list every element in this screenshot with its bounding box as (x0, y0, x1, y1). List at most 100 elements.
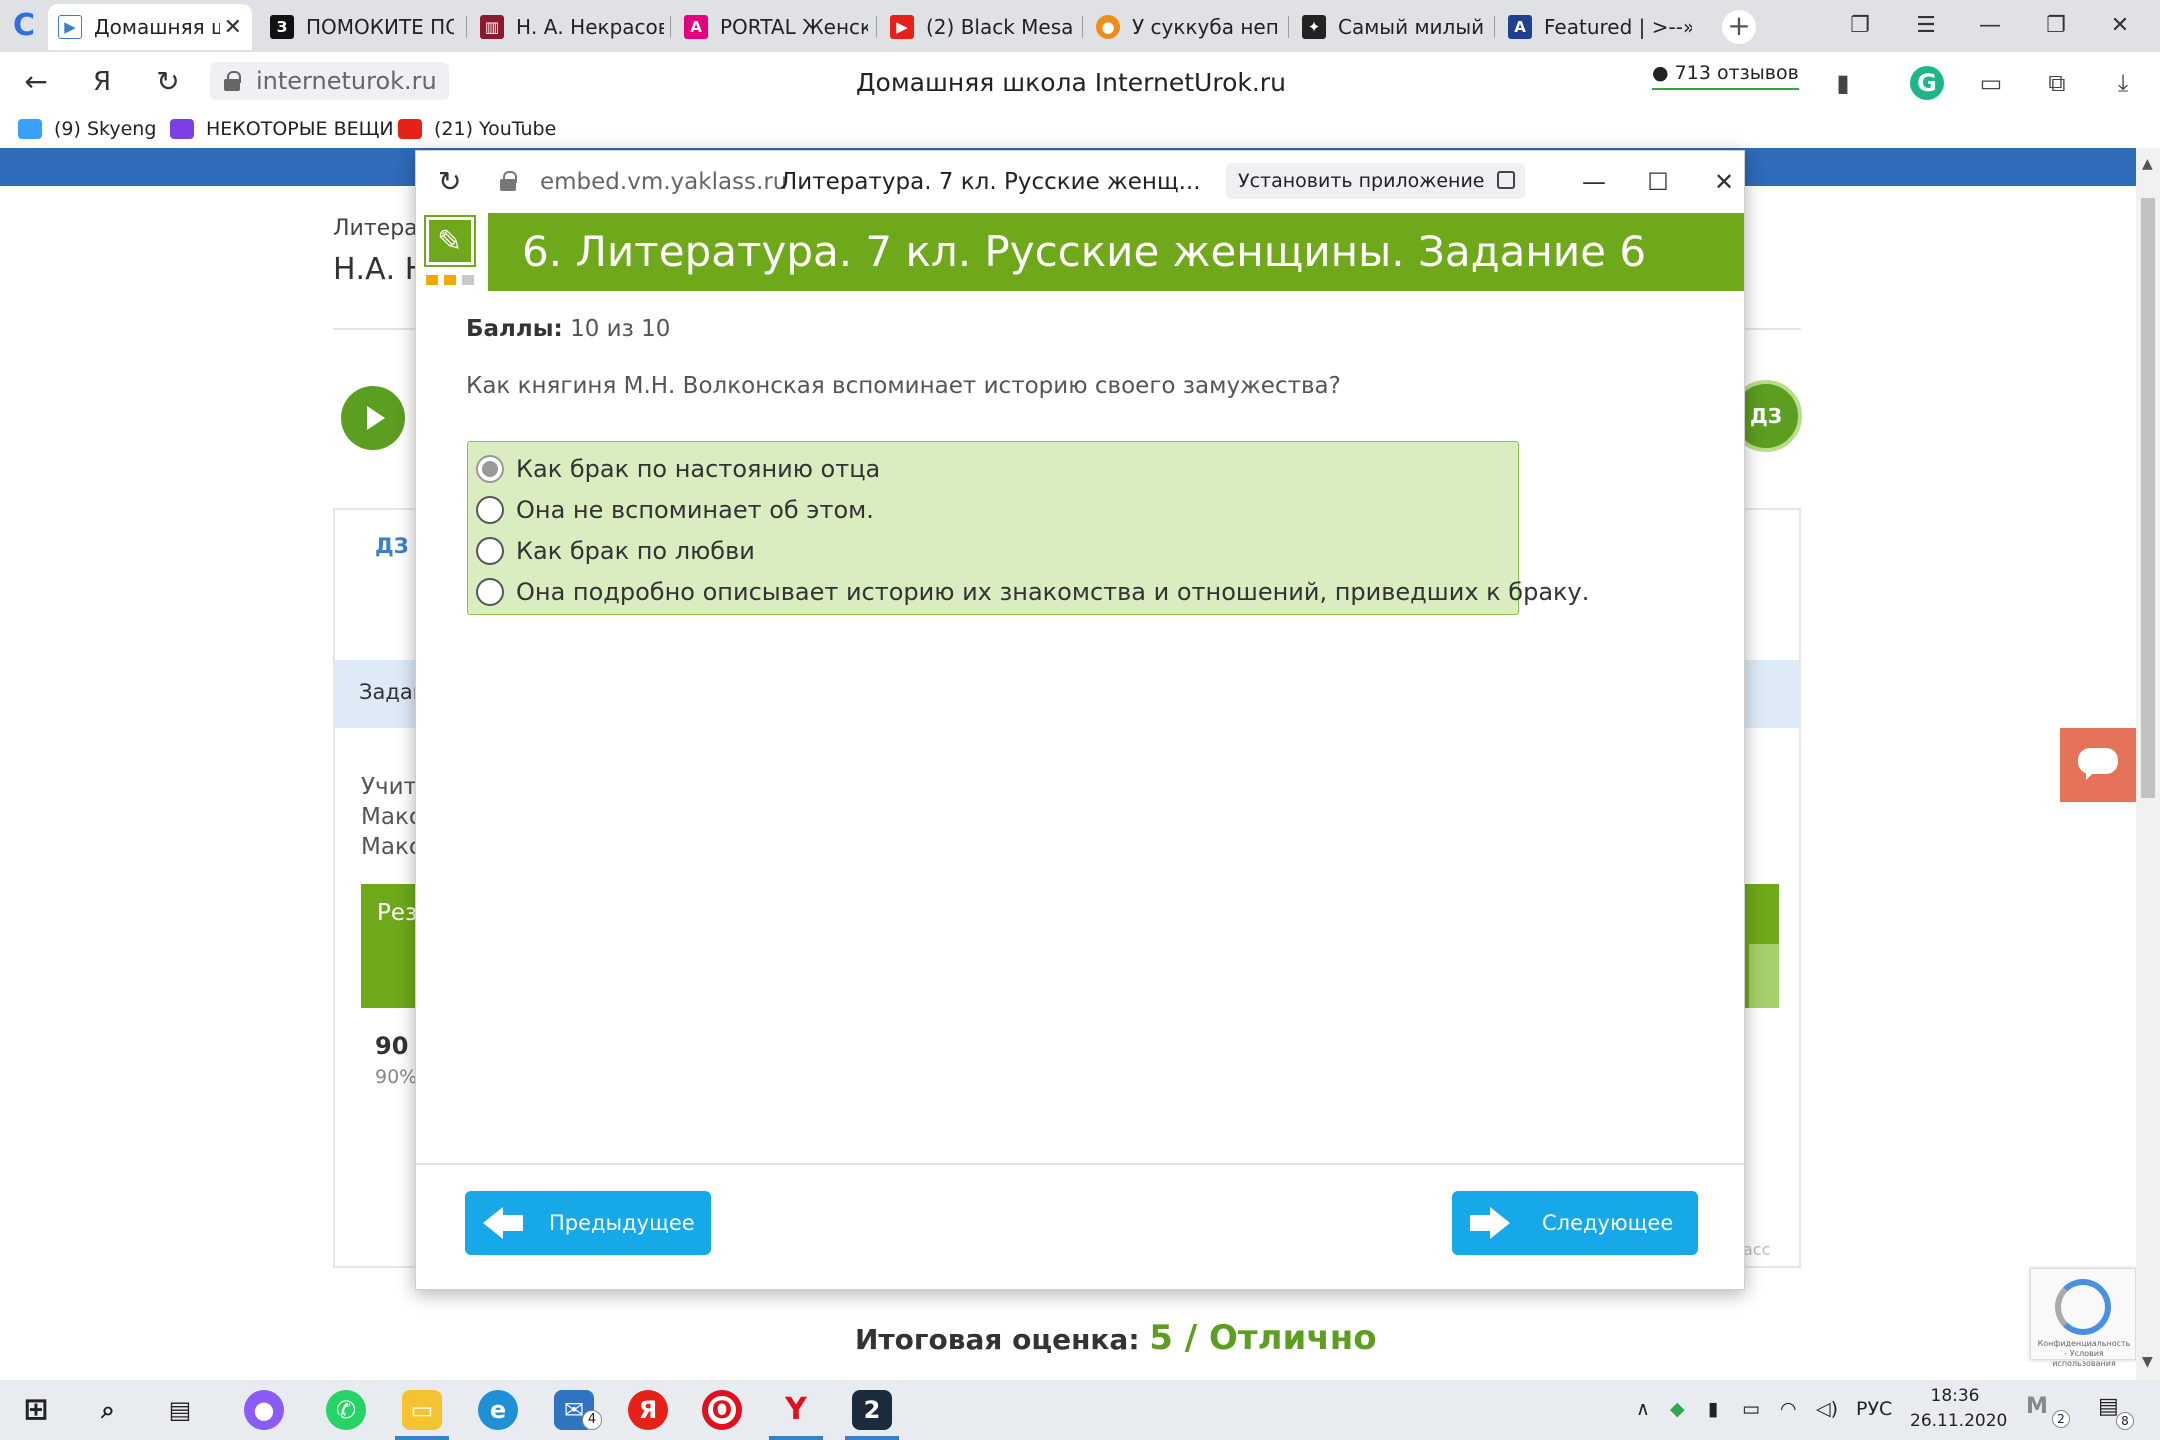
bookmark-youtube[interactable]: (21) YouTube (398, 118, 556, 140)
previous-button[interactable]: Предыдущее (465, 1191, 711, 1255)
minimize-icon[interactable]: — (1970, 8, 2010, 44)
new-tab-button[interactable]: + (1722, 10, 1756, 44)
battery-icon[interactable]: ▭ (1742, 1398, 1760, 1420)
tray-shield-icon[interactable]: ◆ (1670, 1398, 1685, 1420)
search-icon[interactable]: ⌕ (88, 1390, 128, 1430)
tab-label: Самый милый (1338, 15, 1485, 39)
minimize-icon[interactable]: — (1576, 165, 1612, 199)
radio-button[interactable] (476, 495, 504, 524)
score-percent: 90% (375, 1066, 418, 1088)
m-tray-icon[interactable]: M (2026, 1394, 2048, 1419)
battery-icon[interactable]: ▭ (1974, 66, 2008, 100)
tab-active[interactable]: ▶ Домашняя ш ✕ (48, 4, 252, 50)
next-button[interactable]: Следующее (1452, 1191, 1698, 1255)
volume-icon[interactable]: ◁) (1816, 1398, 1838, 1420)
download-icon[interactable]: ⤓ (2106, 66, 2140, 100)
radio-button-checked[interactable] (476, 454, 504, 483)
yandex-icon[interactable]: Я (82, 64, 122, 100)
task-view-icon[interactable]: ▤ (160, 1390, 200, 1430)
answer-label: Как брак по настоянию отца (516, 454, 881, 483)
answer-option-2[interactable]: Она не вспоминает об этом. (468, 489, 1518, 530)
reload-icon[interactable]: ↻ (148, 64, 188, 100)
bookmark-icon[interactable]: ▮ (1826, 66, 1860, 100)
answer-option-1[interactable]: Как брак по настоянию отца (468, 448, 1518, 489)
scroll-up-icon[interactable]: ▲ (2142, 156, 2153, 172)
bookmark-things[interactable]: НЕКОТОРЫЕ ВЕЩИ (170, 118, 394, 140)
tab-5[interactable]: ▶ (2) Black Mesa I (880, 4, 1084, 50)
answer-option-4[interactable]: Она подробно описывает историю их знаком… (468, 571, 1589, 612)
comment-icon: ● (1652, 62, 1669, 84)
tab-label: У суккуба непр (1132, 15, 1280, 39)
scroll-down-icon[interactable]: ▼ (2142, 1354, 2153, 1370)
tray-expand-icon[interactable]: ∧ (1636, 1398, 1650, 1420)
tab-4[interactable]: A PORTAL Женски (674, 4, 878, 50)
orange-favicon-icon: ● (1096, 15, 1120, 39)
question-text: Как княгиня М.Н. Волконская вспоминает и… (466, 373, 1341, 399)
browser-logo-icon[interactable]: C (8, 10, 40, 42)
card-footer-note: асс (1743, 1240, 1771, 1259)
scrollbar-thumb[interactable] (2141, 198, 2155, 798)
play-icon[interactable] (341, 386, 405, 450)
extensions-icon[interactable]: ⧉ (2040, 66, 2074, 100)
tab-8[interactable]: A Featured | >--»/ (1498, 4, 1702, 50)
star-favicon-icon: ✦ (1302, 15, 1326, 39)
alice-icon[interactable]: ● (244, 1390, 284, 1430)
install-app-label: Установить приложение (1238, 170, 1485, 192)
active-indicator (769, 1436, 823, 1440)
close-icon[interactable]: ✕ (2100, 8, 2140, 44)
back-icon[interactable]: ← (16, 64, 56, 100)
card-tab-homework[interactable]: ДЗ (375, 534, 409, 558)
tab-3[interactable]: ▥ Н. А. Некрасов (470, 4, 674, 50)
maximize-icon[interactable]: ☐ (1640, 165, 1676, 199)
url-field[interactable]: interneturok.ru (210, 62, 449, 100)
clock-time: 18:36 (1930, 1386, 1980, 1406)
microphone-icon[interactable]: ▮ (1708, 1398, 1718, 1420)
portal-favicon-icon: A (684, 15, 708, 39)
yaklass-logo-icon (424, 215, 476, 287)
file-explorer-icon[interactable]: ▭ (402, 1390, 442, 1430)
score-label: Баллы: (466, 316, 563, 342)
tab-2[interactable]: З ПОМОКИТЕ ПО (260, 4, 464, 50)
close-tab-icon[interactable]: ✕ (224, 15, 242, 40)
reviews-link[interactable]: ● 713 отзывов (1652, 62, 1799, 90)
opera-icon[interactable]: O (702, 1390, 742, 1430)
bookmarks-bar: (9) Skyeng НЕКОТОРЫЕ ВЕЩИ (21) YouTube (0, 112, 2160, 148)
book-favicon-icon: ▥ (480, 15, 504, 39)
result-bar-accent (1749, 944, 1779, 1008)
reload-icon[interactable]: ↻ (438, 165, 461, 198)
notifications-icon[interactable]: ▤ (2098, 1394, 2119, 1419)
edge-icon[interactable]: e (478, 1390, 518, 1430)
bookmark-skyeng[interactable]: (9) Skyeng (18, 118, 156, 140)
close-icon[interactable]: ✕ (1706, 165, 1742, 199)
app-icon[interactable]: 2 (852, 1390, 892, 1430)
things-icon (170, 119, 194, 139)
install-app-button[interactable]: Установить приложение (1226, 163, 1525, 199)
teacher-info: Учит Макс Макс (361, 772, 421, 862)
language-indicator[interactable]: РУС (1856, 1398, 1892, 1420)
grammarly-icon[interactable]: G (1910, 66, 1944, 100)
wifi-icon[interactable]: ◠ (1780, 1398, 1797, 1420)
collections-icon[interactable]: ❐ (1840, 8, 1880, 44)
answer-options: Как брак по настоянию отца Она не вспоми… (467, 441, 1589, 615)
menu-icon[interactable]: ☰ (1906, 8, 1946, 44)
tab-label: PORTAL Женски (720, 15, 868, 39)
page-title: Домашняя школа InternetUrok.ru (856, 68, 1286, 97)
radio-button[interactable] (476, 536, 504, 565)
final-grade: Итоговая оценка: 5 / Отлично (855, 1318, 1377, 1358)
tab-6[interactable]: ● У суккуба непр (1086, 4, 1290, 50)
yandex-browser-icon[interactable]: Я (628, 1390, 668, 1430)
yandex-y-icon[interactable]: Y (776, 1390, 816, 1430)
restore-icon[interactable]: ❐ (2036, 8, 2076, 44)
answer-option-3[interactable]: Как брак по любви (468, 530, 1518, 571)
tab-7[interactable]: ✦ Самый милый (1292, 4, 1496, 50)
clock[interactable]: 18:36 26.11.2020 (1910, 1384, 2008, 1434)
recaptcha-badge[interactable]: Конфиденциальность - Условия использован… (2030, 1268, 2136, 1368)
page-scrollbar[interactable]: ▲ ▼ (2136, 148, 2160, 1380)
windows-start-icon[interactable]: ⊞ (16, 1390, 56, 1430)
url-text: interneturok.ru (256, 67, 437, 95)
clock-date: 26.11.2020 (1910, 1411, 2008, 1431)
youtube-favicon-icon: ▶ (890, 15, 914, 39)
radio-button[interactable] (476, 577, 504, 606)
chat-icon[interactable] (2060, 728, 2136, 802)
whatsapp-icon[interactable]: ✆ (326, 1390, 366, 1430)
